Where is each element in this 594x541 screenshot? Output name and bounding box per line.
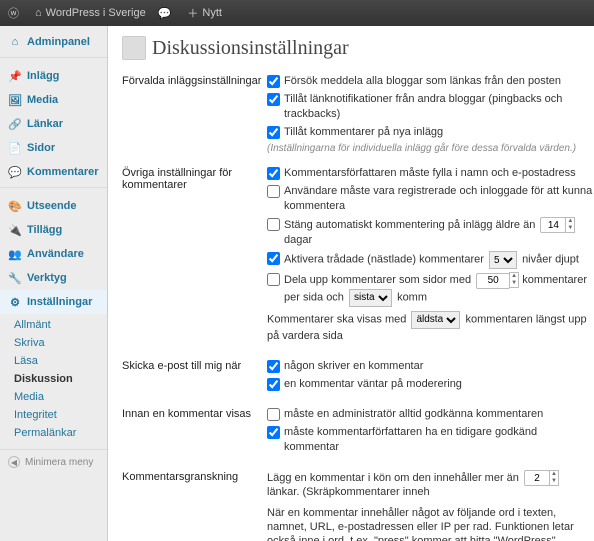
settings-submenu: Allmänt Skriva Läsa Diskussion Media Int… xyxy=(0,314,107,446)
opt-pingback-notify[interactable]: Försök meddela alla bloggar som länkas f… xyxy=(267,74,594,89)
settings-icon: ⚙ xyxy=(8,295,22,309)
default-page-select[interactable]: sista xyxy=(349,289,392,307)
tools-icon: 🔧 xyxy=(8,271,22,285)
menu-label: Tillägg xyxy=(27,224,62,236)
sub-privacy[interactable]: Integritet xyxy=(0,406,107,424)
opt-paginate[interactable]: Dela upp kommentarer som sidor med ▲▼ ko… xyxy=(267,272,594,306)
menu-links[interactable]: 🔗 Länkar xyxy=(0,112,107,136)
section-other-comment: Övriga inställningar för kommentarer xyxy=(122,166,267,347)
collapse-icon: ◀ xyxy=(8,456,20,468)
appearance-icon: 🎨 xyxy=(8,199,22,213)
close-days-input[interactable] xyxy=(540,217,566,233)
section-email-me: Skicka e-post till mig när xyxy=(122,359,267,395)
menu-label: Sidor xyxy=(27,142,55,154)
menu-label: Användare xyxy=(27,248,84,260)
spinner[interactable]: ▲▼ xyxy=(565,217,575,233)
menu-pages[interactable]: 📄 Sidor xyxy=(0,136,107,160)
menu-dashboard[interactable]: ⌂ Adminpanel xyxy=(0,30,107,54)
pin-icon: 📌 xyxy=(8,69,22,83)
admin-menu: ⌂ Adminpanel 📌 Inlägg 🖼 Media 🔗 Länkar 📄 Sido… xyxy=(0,26,108,541)
sub-writing[interactable]: Skriva xyxy=(0,334,107,352)
opt-threaded[interactable]: Aktivera trådade (nästlade) kommentarer … xyxy=(267,251,594,269)
menu-posts[interactable]: 📌 Inlägg xyxy=(0,64,107,88)
comment-order-select[interactable]: äldsta xyxy=(411,311,460,329)
settings-page-icon xyxy=(122,36,146,60)
opt-admin-approve[interactable]: måste en administratör alltid godkänna k… xyxy=(267,407,594,422)
menu-label: Adminpanel xyxy=(27,36,90,48)
menu-label: Inlägg xyxy=(27,70,59,82)
menu-settings[interactable]: ⚙ Inställningar xyxy=(0,290,107,314)
menu-label: Inställningar xyxy=(27,296,92,308)
site-name-label: WordPress i Sverige xyxy=(46,7,146,19)
opt-require-registration[interactable]: Användare måste vara registrerade och in… xyxy=(267,184,594,214)
wp-logo[interactable]: ⓦ xyxy=(8,5,23,21)
link-icon: 🔗 xyxy=(8,117,22,131)
media-icon: 🖼 xyxy=(8,93,22,107)
sub-discussion[interactable]: Diskussion xyxy=(0,370,107,388)
collapse-label: Minimera meny xyxy=(25,457,93,468)
plugin-icon: 🔌 xyxy=(8,223,22,237)
max-links-input[interactable] xyxy=(524,470,550,486)
per-page-input[interactable] xyxy=(476,273,510,289)
site-name[interactable]: ⌂WordPress i Sverige xyxy=(35,7,146,19)
new-content[interactable]: ＋Nytt xyxy=(187,5,222,21)
opt-close-old[interactable]: Stäng automatiskt kommentering på inlägg… xyxy=(267,217,594,248)
default-note: (Inställningarna för individuella inlägg… xyxy=(267,143,594,154)
menu-label: Kommentarer xyxy=(27,166,99,178)
dashboard-icon: ⌂ xyxy=(8,35,22,49)
sub-general[interactable]: Allmänt xyxy=(0,316,107,334)
thread-depth-select[interactable]: 5 xyxy=(489,251,517,269)
moderation-desc: När en kommentar innehåller något av föl… xyxy=(267,506,594,541)
section-default-article: Förvalda inläggsinställningar xyxy=(122,74,267,154)
content-area: Diskussionsinställningar Förvalda inlägg… xyxy=(108,26,594,541)
menu-label: Utseende xyxy=(27,200,77,212)
menu-label: Verktyg xyxy=(27,272,67,284)
new-label: Nytt xyxy=(202,7,222,19)
opt-require-name-email[interactable]: Kommentarsförfattaren måste fylla i namn… xyxy=(267,166,594,181)
page-title: Diskussionsinställningar xyxy=(122,36,594,60)
opt-prev-approved[interactable]: måste kommentarförfattaren ha en tidigar… xyxy=(267,425,594,455)
page-icon: 📄 xyxy=(8,141,22,155)
opt-email-on-comment[interactable]: någon skriver en kommentar xyxy=(267,359,594,374)
spinner[interactable]: ▲▼ xyxy=(549,470,559,486)
menu-tools[interactable]: 🔧 Verktyg xyxy=(0,266,107,290)
menu-appearance[interactable]: 🎨 Utseende xyxy=(0,194,107,218)
opt-allow-trackbacks[interactable]: Tillåt länknotifikationer från andra blo… xyxy=(267,92,594,122)
menu-plugins[interactable]: 🔌 Tillägg xyxy=(0,218,107,242)
sub-reading[interactable]: Läsa xyxy=(0,352,107,370)
sub-permalinks[interactable]: Permalänkar xyxy=(0,424,107,442)
comment-icon: 💬 xyxy=(8,165,22,179)
menu-label: Media xyxy=(27,94,58,106)
comments-bubble[interactable]: 💬 xyxy=(158,7,176,20)
menu-label: Länkar xyxy=(27,118,63,130)
admin-bar: ⓦ ⌂WordPress i Sverige 💬 ＋Nytt xyxy=(0,0,594,26)
menu-comments[interactable]: 💬 Kommentarer xyxy=(0,160,107,184)
spinner[interactable]: ▲▼ xyxy=(509,272,519,288)
section-moderation: Kommentarsgranskning xyxy=(122,470,267,541)
users-icon: 👥 xyxy=(8,247,22,261)
menu-media[interactable]: 🖼 Media xyxy=(0,88,107,112)
opt-allow-comments[interactable]: Tillåt kommentarer på nya inlägg xyxy=(267,125,594,140)
sub-media[interactable]: Media xyxy=(0,388,107,406)
collapse-menu[interactable]: ◀ Minimera meny xyxy=(0,449,107,474)
opt-email-on-moderation[interactable]: en kommentar väntar på moderering xyxy=(267,377,594,392)
menu-users[interactable]: 👥 Användare xyxy=(0,242,107,266)
section-before-appear: Innan en kommentar visas xyxy=(122,407,267,458)
